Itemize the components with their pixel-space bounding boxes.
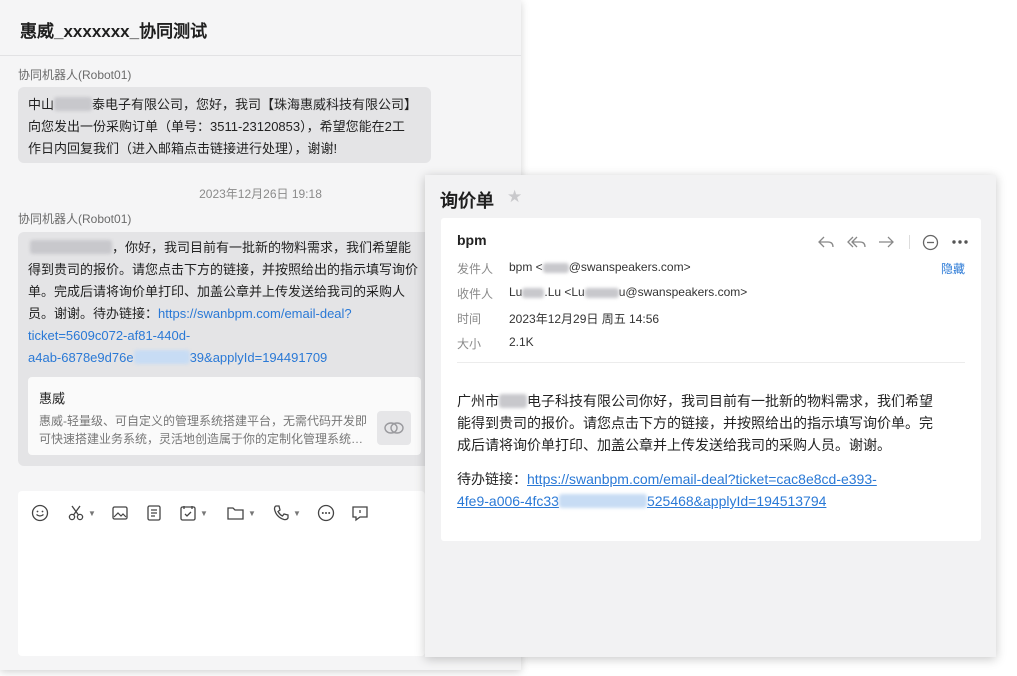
card-description: 惠威-轻量级、可自定义的管理系统搭建平台，无需代码开发即 可快速搭建业务系统，灵… xyxy=(39,414,369,446)
emoji-icon[interactable] xyxy=(31,503,49,523)
message-line: 作日内回复我们（进入邮箱点击链接进行处理），谢谢! xyxy=(28,141,338,156)
reply-icon[interactable] xyxy=(817,235,835,249)
chat-title: 惠威_xxxxxxx_协同测试 xyxy=(20,22,208,41)
recipient-value: Lu .Lu <Lu u@swanspeakers.com> xyxy=(509,285,748,299)
image-icon[interactable] xyxy=(111,503,129,523)
from-name: bpm xyxy=(457,232,487,248)
message-line: 单。完成后请将询价单打印、加盖公章并上传发送给我司的采购人 xyxy=(28,284,406,299)
link-preview-card[interactable]: 惠威 惠威-轻量级、可自定义的管理系统搭建平台，无需代码开发即 可快速搭建业务系… xyxy=(28,377,421,455)
divider xyxy=(457,362,965,363)
star-icon[interactable]: ★ xyxy=(507,187,522,207)
deal-link[interactable]: ticket=5609c072-af81-440d- xyxy=(28,325,421,347)
time-label: 时间 xyxy=(457,312,482,326)
message-icon[interactable] xyxy=(351,503,369,523)
document-icon[interactable] xyxy=(145,503,163,523)
message-bubble[interactable]: 中山 泰电子有限公司，您好，我司【珠海惠威科技有限公司】 向您发出一份采购订单（单… xyxy=(18,87,431,163)
reply-all-icon[interactable] xyxy=(847,235,867,249)
mail-panel: 询价单 ★ bpm 发件人 bpm < @swanspeakers.com> 隐藏 xyxy=(425,175,996,657)
phone-icon[interactable]: ▼ xyxy=(272,503,301,523)
message-line: ，你好，我司目前有一批新的物料需求，我们希望能 xyxy=(28,237,421,259)
chevron-down-icon[interactable]: ▼ xyxy=(293,509,301,518)
message-composer[interactable]: ▼ ▼ ▼ ▼ xyxy=(18,491,425,656)
deal-link[interactable]: a4ab-6878e9d76e 39&applyId=194491709 xyxy=(28,347,421,369)
time-value: 2023年12月29日 周五 14:56 xyxy=(509,312,660,326)
hide-details-link[interactable]: 隐藏 xyxy=(941,260,965,277)
message-line: 员。谢谢。待办链接：https://swanbpm.com/email-deal… xyxy=(28,306,352,321)
size-value: 2.1K xyxy=(509,335,534,349)
mail-title: 询价单 xyxy=(440,191,494,211)
deal-link[interactable]: https://swanbpm.com/email-deal?ticket=ca… xyxy=(527,471,877,487)
pending-label: 待办链接： xyxy=(457,471,527,487)
sender-value: bpm < @swanspeakers.com> xyxy=(509,260,691,274)
deal-link[interactable]: https://swanbpm.com/email-deal? xyxy=(158,306,352,321)
folder-icon[interactable]: ▼ xyxy=(226,503,256,523)
chat-header: 惠威_xxxxxxx_协同测试 xyxy=(0,0,521,56)
mail-card: bpm 发件人 bpm < @swanspeakers.com> 隐藏 收件人 L… xyxy=(441,218,981,541)
mail-actions xyxy=(817,233,969,251)
more-icon[interactable] xyxy=(317,503,335,523)
forward-icon[interactable] xyxy=(877,235,895,249)
mail-body: 广州市 电子科技有限公司你好，我司目前有一批新的物料需求，我们希望 能得到贵司的报… xyxy=(457,390,967,456)
message-line: 得到贵司的报价。请您点击下方的链接，并按照给出的指示填写询价 xyxy=(28,262,419,277)
card-title: 惠威 xyxy=(39,391,66,406)
pending-link-block: 待办链接：https://swanbpm.com/email-deal?tick… xyxy=(457,468,967,512)
more-icon[interactable] xyxy=(951,239,969,245)
task-icon[interactable]: ▼ xyxy=(179,503,208,523)
body-line: 能得到贵司的报价。请您点击下方的链接，并按照给出的指示填写询价单。完 xyxy=(457,415,933,431)
chevron-down-icon[interactable]: ▼ xyxy=(248,509,256,518)
comment-icon[interactable] xyxy=(922,234,939,251)
message-sender: 协同机器人(Robot01) xyxy=(18,68,132,82)
size-label: 大小 xyxy=(457,337,482,351)
chevron-down-icon[interactable]: ▼ xyxy=(88,509,96,518)
deal-link[interactable]: 4fe9-a006-4fc33 525468&applyId=194513794 xyxy=(457,490,967,512)
chevron-down-icon[interactable]: ▼ xyxy=(200,509,208,518)
message-sender: 协同机器人(Robot01) xyxy=(18,212,132,226)
body-line: 成后请将询价单打印、加盖公章并上传发送给我司的采购人员。谢谢。 xyxy=(457,437,891,453)
message-line: 向您发出一份采购订单（单号：3511-23120853），希望您能在2工 xyxy=(28,119,405,134)
body-line: 广州市 电子科技有限公司你好，我司目前有一批新的物料需求，我们希望 xyxy=(457,393,933,409)
divider xyxy=(909,235,910,249)
scissors-icon[interactable]: ▼ xyxy=(67,503,96,523)
recipient-label: 收件人 xyxy=(457,287,494,301)
link-icon[interactable] xyxy=(377,411,411,445)
message-line: 中山 泰电子有限公司，您好，我司【珠海惠威科技有限公司】 xyxy=(28,97,418,112)
sender-label: 发件人 xyxy=(457,262,494,276)
